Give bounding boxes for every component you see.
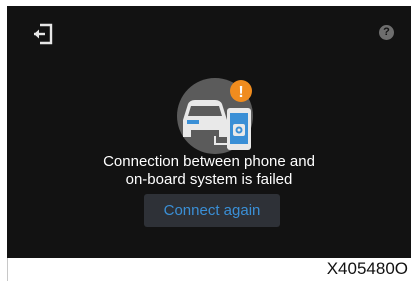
caption-divider: [7, 258, 8, 281]
svg-text:!: !: [238, 84, 243, 101]
infotainment-screen: ? ! Connection between phone and on-boar…: [7, 6, 411, 258]
connection-failed-illustration: !: [177, 78, 253, 154]
exit-button[interactable]: [31, 23, 55, 45]
exit-icon: [34, 23, 53, 45]
figure-reference-code: X405480O: [326, 259, 408, 278]
phone-icon: [227, 108, 251, 150]
help-button[interactable]: ?: [379, 25, 394, 40]
error-message-line1: Connection between phone and: [103, 153, 315, 170]
help-icon: ?: [383, 26, 390, 38]
warning-icon: !: [230, 80, 252, 102]
error-message: Connection between phone and on-board sy…: [7, 153, 411, 189]
error-message-line2: on-board system is failed: [125, 171, 293, 188]
connect-again-button[interactable]: Connect again: [144, 194, 280, 227]
